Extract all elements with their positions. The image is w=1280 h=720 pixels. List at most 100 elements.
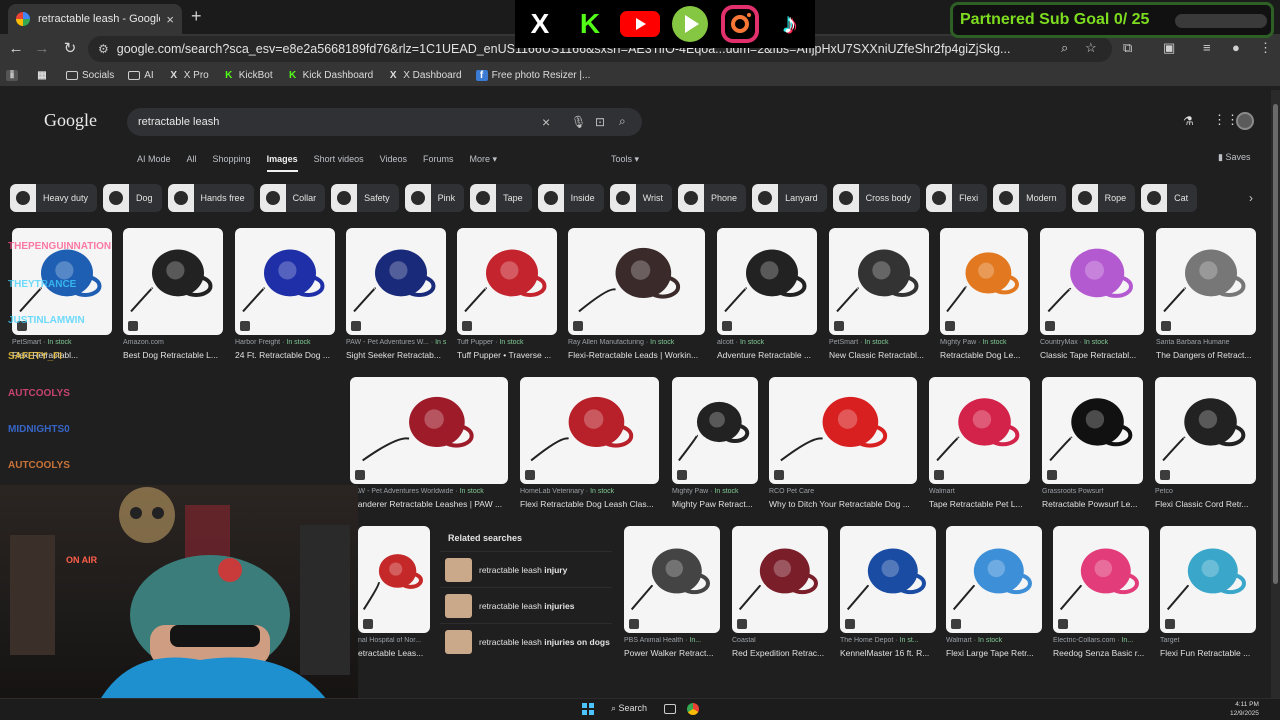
result-thumbnail[interactable] xyxy=(358,526,430,633)
chip-wrist[interactable]: Wrist xyxy=(609,184,673,212)
image-result[interactable]: alcott · In stock Adventure Retractable .… xyxy=(717,228,817,365)
bookmark-kickbot[interactable]: K KickBot xyxy=(223,70,273,81)
image-result[interactable]: nal Hospital of Nor... etractable Leas... xyxy=(358,526,430,663)
tab-more[interactable]: More ▾ xyxy=(470,154,498,172)
image-result[interactable]: Ray Allen Manufacturing · In stock Flexi-… xyxy=(568,228,705,365)
image-result[interactable]: PAW - Pet Adventures W... · In stock Sigh… xyxy=(346,228,446,365)
scrollbar-thumb[interactable] xyxy=(1273,104,1278,584)
zoom-icon[interactable]: ⌕ xyxy=(1061,40,1068,56)
close-tab-icon[interactable]: × xyxy=(166,12,174,27)
scrollbar[interactable] xyxy=(1271,90,1280,698)
chip-rope[interactable]: Rope xyxy=(1071,184,1136,212)
result-thumbnail[interactable] xyxy=(123,228,223,335)
result-thumbnail[interactable] xyxy=(1042,377,1143,484)
result-thumbnail[interactable] xyxy=(235,228,335,335)
chip-hands-free[interactable]: Hands free xyxy=(167,184,254,212)
result-title[interactable]: Why to Ditch Your Retractable Dog ... xyxy=(769,499,917,509)
result-title[interactable]: KennelMaster 16 ft. R... xyxy=(840,648,936,658)
result-title[interactable]: Power Walker Retract... xyxy=(624,648,720,658)
result-title[interactable]: New Classic Retractabl... xyxy=(829,350,929,360)
result-title[interactable]: Flexi Fun Retractable ... xyxy=(1160,648,1256,658)
result-thumbnail[interactable] xyxy=(732,526,828,633)
result-title[interactable]: Adventure Retractable ... xyxy=(717,350,817,360)
result-title[interactable]: Retractable Dog Le... xyxy=(940,350,1028,360)
result-title[interactable]: Flexi-Retractable Leads | Workin... xyxy=(568,350,705,360)
result-thumbnail[interactable] xyxy=(1040,228,1144,335)
chip-inside[interactable]: Inside xyxy=(537,184,604,212)
chip-dog[interactable]: Dog xyxy=(103,184,162,212)
profile-icon[interactable]: ● xyxy=(1232,40,1240,55)
chip-lanyard[interactable]: Lanyard xyxy=(752,184,827,212)
image-result[interactable]: Santa Barbara Humane The Dangers of Retra… xyxy=(1156,228,1256,365)
related-search-item[interactable]: retractable leash injury xyxy=(440,551,612,587)
result-title[interactable]: 24 Ft. Retractable Dog ... xyxy=(235,350,335,360)
bookmark-free-photo-resizer[interactable]: f Free photo Resizer |... xyxy=(475,69,590,81)
tools-button[interactable]: Tools ▾ xyxy=(611,154,639,165)
image-result[interactable]: Walmart · In stock Flexi Large Tape Retr.… xyxy=(946,526,1042,663)
chip-safety[interactable]: Safety xyxy=(331,184,399,212)
chip-modern[interactable]: Modern xyxy=(993,184,1066,212)
image-result[interactable]: PAW - Pet Adventures Worldwide · In stoc… xyxy=(350,377,508,514)
extensions-icon[interactable]: ⧉ xyxy=(1123,40,1132,56)
reading-list-icon[interactable]: ≡ xyxy=(1203,40,1211,55)
bookmark-kick-dashboard[interactable]: K Kick Dashboard xyxy=(287,70,373,81)
chip-tape[interactable]: Tape xyxy=(470,184,532,212)
search-input[interactable]: retractable leash xyxy=(127,108,642,136)
back-icon[interactable]: ← xyxy=(6,39,26,59)
labs-flask-icon[interactable]: ⚗ xyxy=(1183,114,1194,128)
result-thumbnail[interactable] xyxy=(829,228,929,335)
search-icon[interactable]: ⌕ xyxy=(619,114,626,129)
result-thumbnail[interactable] xyxy=(624,526,720,633)
result-thumbnail[interactable] xyxy=(568,228,705,335)
related-search-item[interactable]: retractable leash injuries on dogs xyxy=(440,623,612,659)
image-result[interactable]: Electric-Collars.com · In... Reedog Senza… xyxy=(1053,526,1149,663)
menu-icon[interactable]: ⋮ xyxy=(1259,40,1272,56)
image-result[interactable]: PBS Animal Health · In... Power Walker Re… xyxy=(624,526,720,663)
result-title[interactable]: The Dangers of Retract... xyxy=(1156,350,1256,360)
image-result[interactable]: Harbor Freight · In stock 24 Ft. Retracta… xyxy=(235,228,335,365)
browser-tab[interactable]: retractable leash - Google Search × xyxy=(8,4,182,34)
site-info-icon[interactable]: ⚙ xyxy=(98,42,109,56)
result-thumbnail[interactable] xyxy=(457,228,557,335)
result-thumbnail[interactable] xyxy=(346,228,446,335)
related-search-item[interactable]: retractable leash injuries xyxy=(440,587,612,623)
chip-cat[interactable]: Cat xyxy=(1141,184,1198,212)
account-avatar[interactable] xyxy=(1236,112,1254,130)
result-thumbnail[interactable] xyxy=(1160,526,1256,633)
taskbar-search[interactable]: ⌕ Search xyxy=(611,703,647,714)
chip-pink[interactable]: Pink xyxy=(404,184,465,212)
result-title[interactable]: Flexi Retractable Dog Leash Clas... xyxy=(520,499,659,509)
clear-search-icon[interactable]: × xyxy=(542,114,550,130)
chip-collar[interactable]: Collar xyxy=(259,184,326,212)
result-thumbnail[interactable] xyxy=(672,377,758,484)
result-thumbnail[interactable] xyxy=(1156,228,1256,335)
result-title[interactable]: Flexi Large Tape Retr... xyxy=(946,648,1042,658)
sidebar-icon[interactable]: ▣ xyxy=(1163,40,1175,56)
result-title[interactable]: Tuff Pupper • Traverse ... xyxy=(457,350,557,360)
windows-start-icon[interactable] xyxy=(582,703,594,715)
image-result[interactable]: Tuff Pupper · In stock Tuff Pupper • Trav… xyxy=(457,228,557,365)
result-thumbnail[interactable] xyxy=(929,377,1030,484)
image-result[interactable]: Grassroots Powsurf Retractable Powsurf Le… xyxy=(1042,377,1143,514)
image-result[interactable]: The Home Depot · In st... KennelMaster 16… xyxy=(840,526,936,663)
image-result[interactable]: Amazon.com Best Dog Retractable L... xyxy=(123,228,223,365)
chrome-taskbar-icon[interactable] xyxy=(687,703,699,715)
tab-shopping[interactable]: Shopping xyxy=(213,154,251,172)
bookmark-x-pro[interactable]: X X Pro xyxy=(168,70,208,81)
chip-flexi[interactable]: Flexi xyxy=(926,184,988,212)
voice-search-icon[interactable]: 🎙 xyxy=(571,115,586,129)
image-result[interactable]: Petco Flexi Classic Cord Retr... xyxy=(1155,377,1256,514)
tab-ai-mode[interactable]: AI Mode xyxy=(137,154,171,172)
result-thumbnail[interactable] xyxy=(520,377,659,484)
reload-icon[interactable]: ↻ xyxy=(60,39,80,59)
result-thumbnail[interactable] xyxy=(1155,377,1256,484)
image-result[interactable]: PetSmart · In stock New Classic Retractab… xyxy=(829,228,929,365)
result-title[interactable]: Tape Retractable Pet L... xyxy=(929,499,1030,509)
image-result[interactable]: Mighty Paw · In stock Retractable Dog Le.… xyxy=(940,228,1028,365)
result-thumbnail[interactable] xyxy=(1053,526,1149,633)
lens-search-icon[interactable]: ⊡ xyxy=(595,115,605,129)
result-title[interactable]: Classic Tape Retractabl... xyxy=(1040,350,1144,360)
result-title[interactable]: Red Expedition Retrac... xyxy=(732,648,828,658)
result-title[interactable]: Sight Seeker Retractab... xyxy=(346,350,446,360)
image-result[interactable]: HomeLab Veterinary · In stock Flexi Retra… xyxy=(520,377,659,514)
